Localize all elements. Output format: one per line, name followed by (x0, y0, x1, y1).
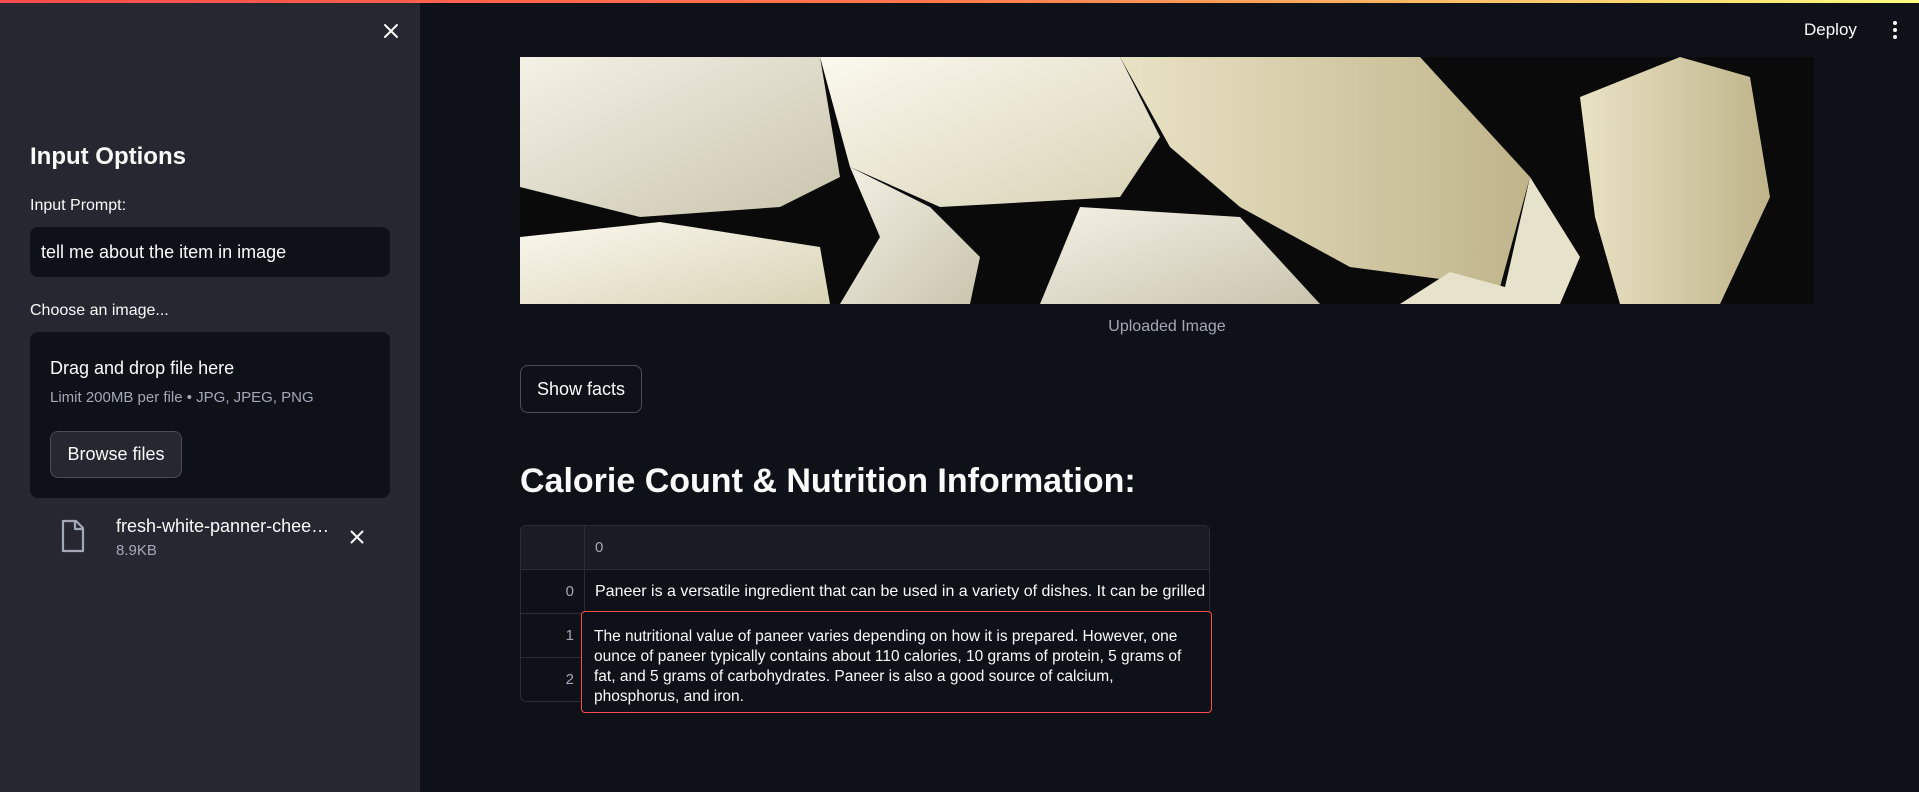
close-icon (350, 530, 364, 544)
index-header (521, 526, 585, 570)
uploaded-image (520, 57, 1814, 304)
row-index: 2 (521, 658, 585, 701)
expanded-cell-overlay[interactable]: The nutritional value of paneer varies d… (581, 611, 1212, 713)
dropzone-title: Drag and drop file here (50, 358, 235, 378)
top-decoration-bar (0, 0, 1919, 3)
file-size: 8.9KB (116, 542, 157, 559)
sidebar: Input Options Input Prompt: Choose an im… (0, 0, 420, 792)
file-dropzone[interactable]: Drag and drop file here Limit 200MB per … (30, 332, 390, 498)
sidebar-title: Input Options (30, 143, 186, 170)
table-row: 0 Paneer is a versatile ingredient that … (521, 570, 1209, 614)
upload-label: Choose an image... (30, 302, 169, 319)
browse-files-button[interactable]: Browse files (50, 431, 182, 478)
table-cell[interactable]: Paneer is a versatile ingredient that ca… (585, 570, 1209, 614)
uploaded-file-item: fresh-white-panner-chee… 8.9KB (30, 512, 390, 562)
dot-icon (1893, 21, 1897, 25)
dot-icon (1893, 28, 1897, 32)
show-facts-button[interactable]: Show facts (520, 365, 642, 413)
paneer-photo (520, 57, 1814, 304)
close-sidebar-button[interactable] (378, 18, 404, 44)
image-caption: Uploaded Image (1108, 318, 1226, 335)
file-name: fresh-white-panner-chee… (116, 516, 330, 536)
table-header-row: 0 (521, 526, 1209, 570)
dropzone-limit: Limit 200MB per file • JPG, JPEG, PNG (50, 389, 314, 406)
column-header[interactable]: 0 (585, 526, 1209, 570)
row-index: 0 (521, 570, 585, 614)
deploy-button[interactable]: Deploy (1794, 14, 1867, 46)
row-index: 1 (521, 614, 585, 658)
main-menu-button[interactable] (1882, 16, 1908, 44)
prompt-input[interactable] (30, 227, 390, 277)
file-icon (61, 519, 85, 553)
close-icon (384, 24, 398, 38)
remove-file-button[interactable] (346, 526, 368, 548)
prompt-label: Input Prompt: (30, 197, 127, 214)
dot-icon (1893, 35, 1897, 39)
section-heading: Calorie Count & Nutrition Information: (520, 462, 1136, 500)
